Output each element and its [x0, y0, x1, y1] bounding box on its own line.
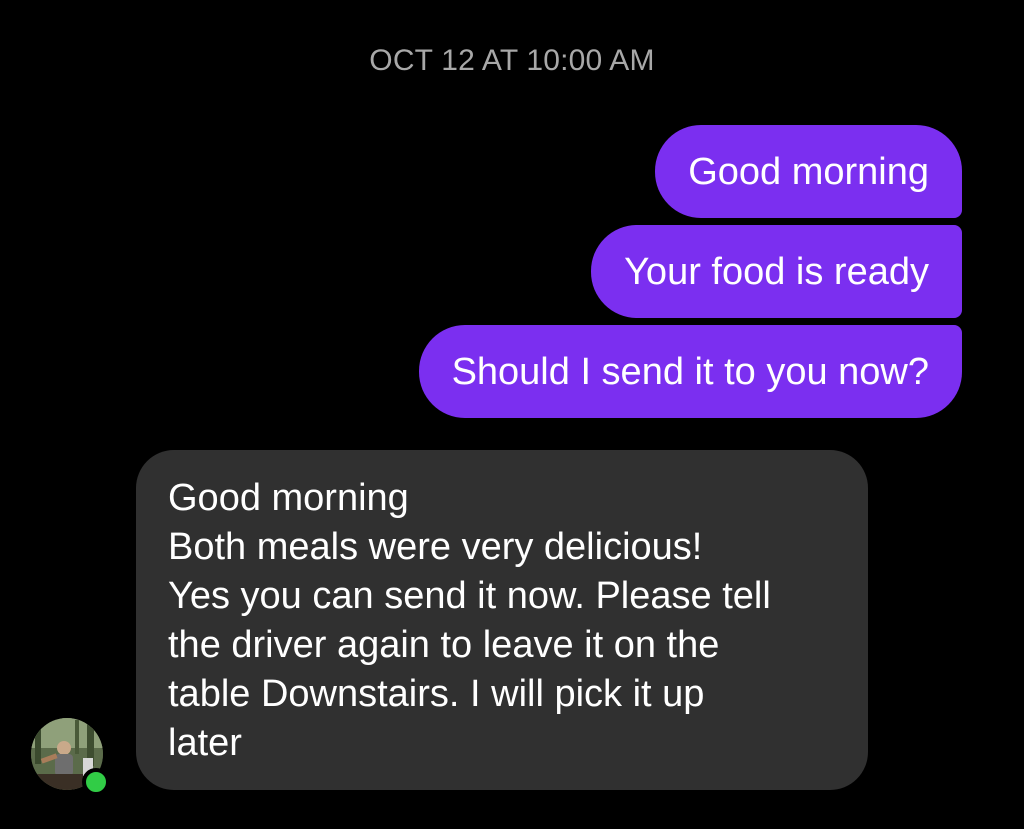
received-message-bubble[interactable]: Good morning Both meals were very delici…: [136, 450, 868, 790]
message-text-line: Both meals were very delicious!: [168, 526, 703, 568]
message-text-line: Yes you can send it now. Please tell: [168, 575, 771, 617]
sent-message-bubble[interactable]: Good morning: [655, 125, 962, 218]
message-text-line: Good morning: [168, 477, 409, 519]
sent-message-bubble[interactable]: Should I send it to you now?: [418, 325, 962, 418]
sent-message-bubble[interactable]: Your food is ready: [591, 225, 962, 318]
online-status-indicator: [82, 768, 110, 796]
message-text-line: table Downstairs. I will pick it up: [168, 673, 705, 715]
message-timestamp: OCT 12 AT 10:00 AM: [369, 44, 655, 77]
message-text-line: later: [168, 722, 242, 764]
message-text-line: the driver again to leave it on the: [168, 624, 720, 666]
